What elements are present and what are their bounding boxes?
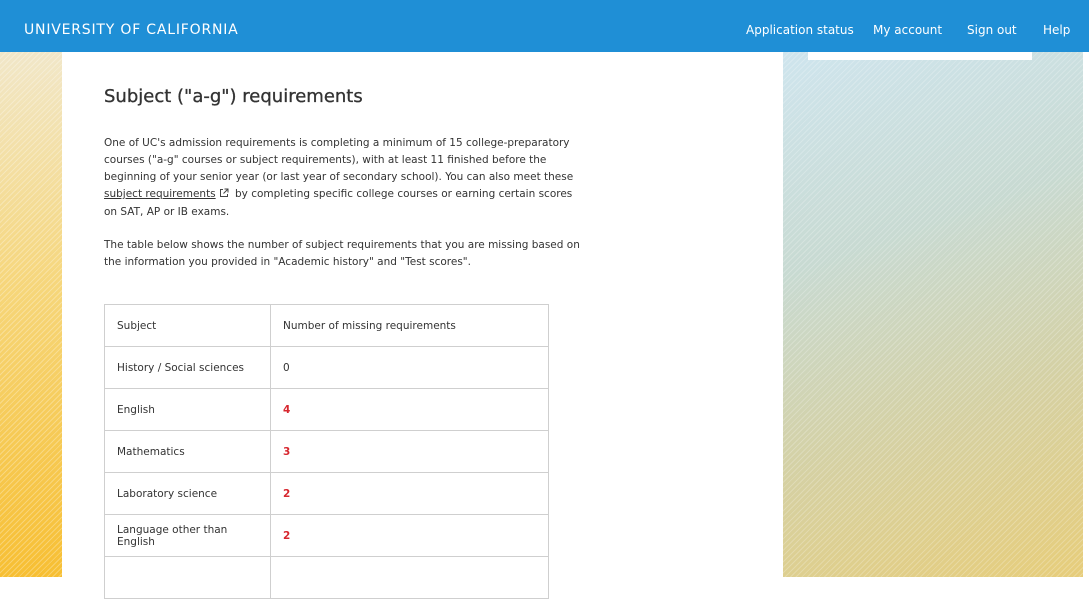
nav-my-account[interactable]: My account bbox=[873, 0, 942, 52]
page-title: Subject ("a-g") requirements bbox=[104, 86, 363, 107]
table-header-row: Subject Number of missing requirements bbox=[104, 304, 549, 347]
subject-cell: Laboratory science bbox=[104, 472, 271, 515]
missing-count-cell: 0 bbox=[270, 346, 549, 389]
intro-text: One of UC's admission requirements is co… bbox=[104, 137, 574, 183]
missing-count-cell: 4 bbox=[270, 388, 549, 431]
external-link-icon[interactable] bbox=[219, 187, 229, 204]
window-edge bbox=[1083, 52, 1089, 577]
missing-count-cell-partial bbox=[270, 556, 549, 599]
subject-requirements-link[interactable]: subject requirements bbox=[104, 188, 216, 200]
subject-cell: Language other than English bbox=[104, 514, 271, 557]
subject-cell: English bbox=[104, 388, 271, 431]
table-row: English 4 bbox=[104, 388, 549, 431]
nav-application-status[interactable]: Application status bbox=[746, 0, 854, 52]
table-intro-paragraph: The table below shows the number of subj… bbox=[104, 239, 580, 268]
table-row: Laboratory science 2 bbox=[104, 472, 549, 515]
nav-help[interactable]: Help bbox=[1043, 0, 1070, 52]
subject-cell: History / Social sciences bbox=[104, 346, 271, 389]
missing-count-cell: 3 bbox=[270, 430, 549, 473]
table-row: Language other than English 2 bbox=[104, 514, 549, 557]
intro-paragraph: One of UC's admission requirements is co… bbox=[104, 135, 588, 221]
background-pattern-left bbox=[0, 52, 62, 577]
top-navigation-bar: UNIVERSITY OF CALIFORNIA Application sta… bbox=[0, 0, 1089, 52]
column-header-subject: Subject bbox=[104, 304, 271, 347]
university-logo-text[interactable]: UNIVERSITY OF CALIFORNIA bbox=[24, 0, 239, 52]
nav-sign-out[interactable]: Sign out bbox=[967, 0, 1017, 52]
subject-cell-partial bbox=[104, 556, 271, 599]
background-pattern-right bbox=[783, 52, 1089, 577]
subject-requirements-link-label: subject requirements bbox=[104, 188, 216, 200]
table-row bbox=[104, 556, 549, 599]
missing-requirements-table: Subject Number of missing requirements H… bbox=[104, 304, 549, 599]
missing-count-cell: 2 bbox=[270, 514, 549, 557]
table-row: History / Social sciences 0 bbox=[104, 346, 549, 389]
main-content: Subject ("a-g") requirements One of UC's… bbox=[62, 52, 783, 599]
column-header-missing: Number of missing requirements bbox=[270, 304, 549, 347]
missing-count-cell: 2 bbox=[270, 472, 549, 515]
subject-cell: Mathematics bbox=[104, 430, 271, 473]
table-row: Mathematics 3 bbox=[104, 430, 549, 473]
sidebar-card bbox=[808, 52, 1032, 60]
